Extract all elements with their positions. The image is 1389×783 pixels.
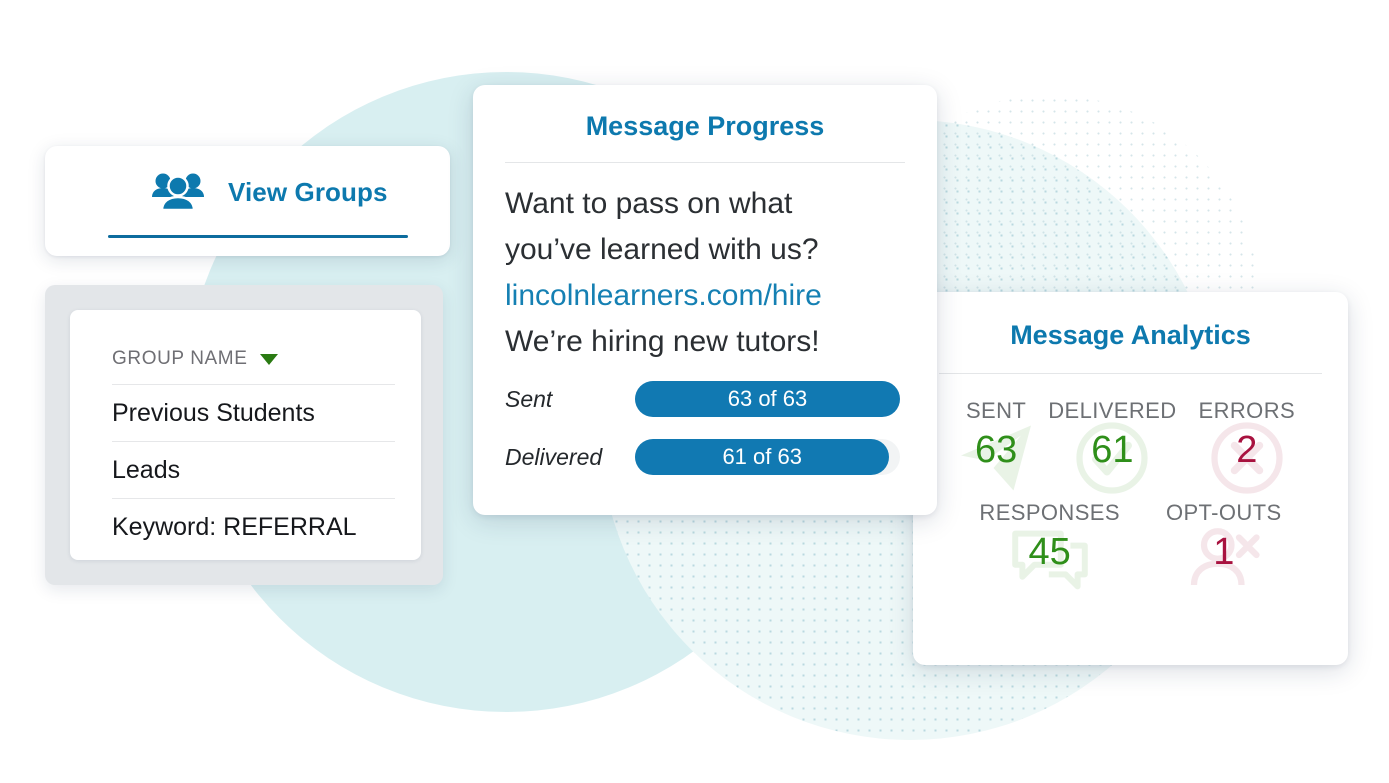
progress-row-sent: Sent 63 of 63 [505,381,937,417]
stat-value: 63 [974,429,1018,471]
message-preview-body: Want to pass on what you’ve learned with… [473,163,937,365]
stat-label: ERRORS [1198,398,1296,423]
group-people-icon [150,172,206,212]
stat-delivered: DELIVERED 61 [1040,398,1184,494]
progress-track: 61 of 63 [635,439,900,475]
stat-label: SENT [965,398,1027,423]
message-analytics-card: Message Analytics SENT 63 DELIVERED 61 E… [913,292,1348,665]
message-analytics-title: Message Analytics [1010,320,1251,350]
message-progress-title: Message Progress [585,111,825,141]
stat-label: DELIVERED [1048,398,1177,423]
message-progress-card: Message Progress Want to pass on what yo… [473,85,937,515]
active-tab-underline [108,235,408,238]
stat-label: OPT-OUTS [1165,500,1282,525]
stat-value: 2 [1236,429,1258,471]
stat-responses: RESPONSES 45 [971,500,1128,590]
progress-label: Sent [505,385,553,412]
group-list-header: GROUP NAME [70,310,421,384]
view-groups-tab[interactable]: View Groups [45,172,450,212]
view-groups-card: View Groups [45,146,450,256]
stat-value: 61 [1091,429,1134,471]
list-item[interactable]: Keyword: REFERRAL [70,499,421,555]
caret-down-icon[interactable] [259,353,278,365]
progress-fill: 63 of 63 [635,381,900,417]
message-line: We’re hiring new tutors! [505,325,820,358]
progress-label: Delivered [505,443,603,470]
view-groups-label: View Groups [228,176,388,207]
progress-row-delivered: Delivered 61 of 63 [505,439,937,475]
stat-sent: SENT 63 [958,398,1034,491]
message-link[interactable]: lincolnlearners.com/hire [505,273,911,319]
list-item[interactable]: Leads [70,442,421,498]
analytics-stat-row-primary: SENT 63 DELIVERED 61 ERRORS 2 [913,374,1348,494]
message-line: Want to pass on what [505,187,793,220]
stat-value: 1 [1213,531,1235,573]
progress-track: 63 of 63 [635,381,900,417]
stat-value: 45 [1028,531,1071,573]
group-name-label: GROUP NAME [112,348,248,369]
progress-bars: Sent 63 of 63 Delivered 61 of 63 [473,365,937,475]
stat-opt-outs: OPT-OUTS 1 [1158,500,1290,586]
progress-fill: 61 of 63 [635,439,890,475]
group-name-column-header[interactable]: GROUP NAME [70,310,421,370]
stat-label: RESPONSES [979,500,1120,525]
analytics-stat-row-secondary: RESPONSES 45 OPT-OUTS 1 [913,472,1348,590]
message-line: you’ve learned with us? [505,233,819,266]
stat-errors: ERRORS 2 [1191,398,1304,494]
list-item[interactable]: Previous Students [70,385,421,441]
group-list-card: GROUP NAME Previous Students Leads Keywo… [70,310,421,560]
